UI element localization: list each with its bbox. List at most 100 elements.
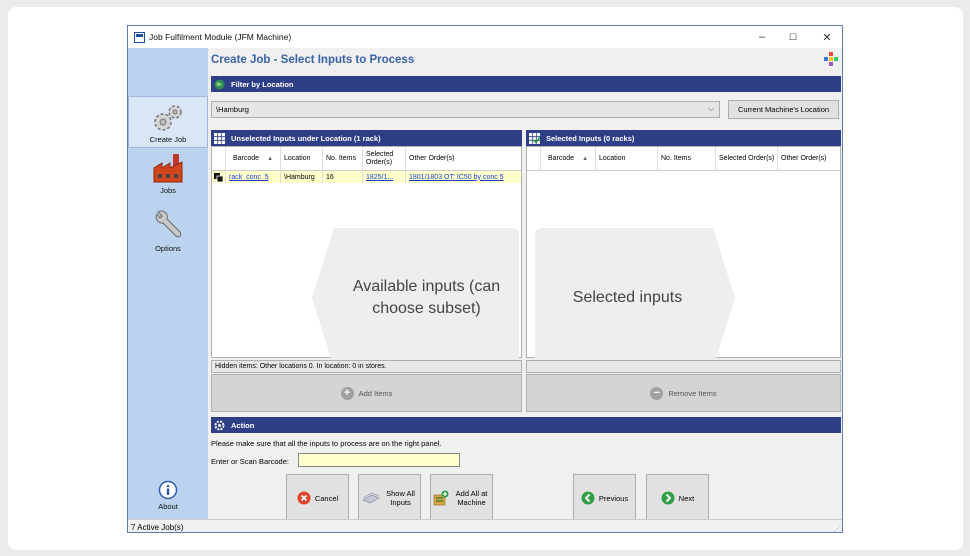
- column-label: Selected Order(s): [366, 151, 394, 166]
- location-select[interactable]: \Hamburg ⌵: [211, 101, 720, 118]
- sidebar: Create Job Jobs Options About: [128, 48, 208, 519]
- info-icon: [158, 480, 178, 500]
- show-all-inputs-label: Show All Inputs: [386, 489, 415, 507]
- column-label: Other Order(s): [781, 155, 827, 162]
- action-header-label: Action: [231, 420, 255, 430]
- grid-icon: [214, 132, 225, 144]
- remove-items-label: Remove Items: [668, 388, 717, 398]
- column-label: No. Items: [661, 155, 691, 162]
- column-label: Location: [284, 155, 311, 162]
- selected-inputs-callout: Selected inputs: [572, 289, 683, 306]
- sidebar-item-label: Create Job: [149, 135, 187, 144]
- cancel-icon: [297, 491, 311, 505]
- cell-location: \Hamburg: [281, 171, 323, 183]
- location-select-value: \Hamburg: [216, 105, 249, 114]
- app-icon: [134, 31, 145, 43]
- next-button[interactable]: Next: [646, 474, 709, 522]
- cancel-button[interactable]: Cancel: [286, 474, 349, 522]
- table-row[interactable]: rack_conc_5 \Hamburg 16 1825/1... 1801/1…: [212, 171, 521, 183]
- gear-icon: [214, 420, 225, 430]
- column-label: No. Items: [326, 155, 356, 162]
- sidebar-item-options[interactable]: Options: [128, 208, 208, 258]
- action-note: Please make sure that all the inputs to …: [211, 439, 442, 448]
- selected-header: Selected Inputs (0 racks): [526, 130, 841, 146]
- sidebar-item-label: Options: [155, 244, 181, 253]
- column-selected-orders[interactable]: Selected Order(s): [363, 147, 406, 171]
- column-no-items[interactable]: No. Items: [323, 147, 363, 171]
- column-label: Barcode: [548, 155, 575, 162]
- sidebar-item-label: About: [158, 502, 178, 511]
- close-button[interactable]: ✕: [810, 26, 842, 48]
- minus-circle-icon: −: [650, 386, 664, 400]
- remove-items-bar: − Remove Items: [526, 374, 841, 412]
- row-selector-header: [212, 147, 226, 171]
- current-machine-location-button[interactable]: Current Machine's Location: [728, 100, 839, 119]
- hidden-items-info: Hidden items: Other locations 0. In loca…: [211, 360, 522, 373]
- previous-label: Previous: [598, 493, 629, 503]
- gears-icon: [154, 105, 182, 131]
- arrow-right-icon: [661, 491, 675, 505]
- globe-icon: [214, 79, 225, 89]
- unselected-header: Unselected Inputs under Location (1 rack…: [211, 130, 522, 146]
- show-all-inputs-button[interactable]: Show All Inputs: [358, 474, 421, 522]
- plus-circle-icon: +: [340, 386, 354, 400]
- sidebar-item-label: Jobs: [160, 186, 176, 195]
- remove-items-button[interactable]: − Remove Items: [650, 386, 717, 400]
- previous-button[interactable]: Previous: [573, 474, 636, 522]
- sort-asc-icon: ▲: [267, 156, 274, 162]
- available-inputs-callout: Available inputs (can choose subset): [352, 278, 501, 317]
- sidebar-item-create-job[interactable]: Create Job: [128, 96, 208, 148]
- show-inputs-icon: [361, 492, 380, 504]
- sidebar-item-jobs[interactable]: Jobs: [128, 152, 208, 202]
- add-all-at-machine-button[interactable]: Add All at Machine: [430, 474, 493, 522]
- column-no-items[interactable]: No. Items: [658, 147, 716, 171]
- window-title: Job Fulfilment Module (JFM Machine): [149, 32, 292, 42]
- unselected-header-label: Unselected Inputs under Location (1 rack…: [231, 133, 381, 143]
- cell-barcode[interactable]: rack_conc_5: [226, 171, 281, 183]
- sort-asc-icon: ▲: [582, 156, 589, 162]
- column-label: Barcode: [233, 155, 260, 162]
- add-items-label: Add Items: [358, 388, 393, 398]
- column-barcode[interactable]: Barcode ▲: [226, 147, 281, 171]
- cell-other-orders[interactable]: 1801/1803 OT: IC50 by conc 5: [406, 171, 523, 183]
- filter-header-label: Filter by Location: [231, 79, 294, 89]
- column-location[interactable]: Location: [281, 147, 323, 171]
- column-selected-orders[interactable]: Selected Order(s): [716, 147, 778, 171]
- unselected-grid-header: Barcode ▲ Location No. Items Selected Or…: [212, 147, 521, 171]
- column-barcode[interactable]: Barcode ▲: [541, 147, 596, 171]
- app-window: Job Fulfilment Module (JFM Machine) – ☐ …: [127, 25, 843, 533]
- selected-header-label: Selected Inputs (0 racks): [546, 133, 635, 143]
- next-label: Next: [678, 493, 695, 503]
- scan-barcode-label: Enter or Scan Barcode:: [211, 457, 289, 466]
- main-content: Create Job - Select Inputs to Process Fi…: [208, 48, 842, 532]
- add-machine-icon: [433, 490, 448, 506]
- cell-selected-orders[interactable]: 1825/1...: [363, 171, 406, 183]
- add-items-bar: + Add Items: [211, 374, 522, 412]
- column-label: Location: [599, 155, 626, 162]
- column-location[interactable]: Location: [596, 147, 658, 171]
- add-items-button[interactable]: + Add Items: [340, 386, 393, 400]
- column-other-orders[interactable]: Other Order(s): [406, 147, 523, 171]
- brand-logo-icon: [824, 52, 838, 66]
- column-other-orders[interactable]: Other Order(s): [778, 147, 842, 171]
- status-bar: 7 Active Job(s) ⋰: [128, 519, 842, 532]
- cell-no-items: 16: [323, 171, 363, 183]
- wrench-icon: [155, 210, 182, 238]
- filter-header: Filter by Location: [211, 76, 841, 92]
- selected-grid-header: Barcode ▲ Location No. Items Selected Or…: [527, 147, 840, 171]
- row-selector-header: [527, 147, 541, 171]
- page-title: Create Job - Select Inputs to Process: [211, 54, 415, 66]
- title-bar: Job Fulfilment Module (JFM Machine): [128, 26, 842, 48]
- active-jobs-status: 7 Active Job(s): [131, 522, 184, 532]
- column-label: Selected Order(s): [719, 155, 775, 162]
- rack-row-icon: [212, 171, 226, 183]
- action-header: Action: [211, 417, 841, 433]
- grid-check-icon: [529, 132, 540, 144]
- scan-barcode-input[interactable]: [298, 453, 460, 467]
- minimize-button[interactable]: –: [745, 26, 779, 48]
- sidebar-item-about[interactable]: About: [128, 480, 208, 516]
- maximize-button[interactable]: ☐: [776, 26, 810, 48]
- arrow-left-icon: [581, 491, 595, 505]
- resize-grip-icon[interactable]: ⋰: [834, 525, 841, 532]
- column-label: Other Order(s): [409, 155, 455, 162]
